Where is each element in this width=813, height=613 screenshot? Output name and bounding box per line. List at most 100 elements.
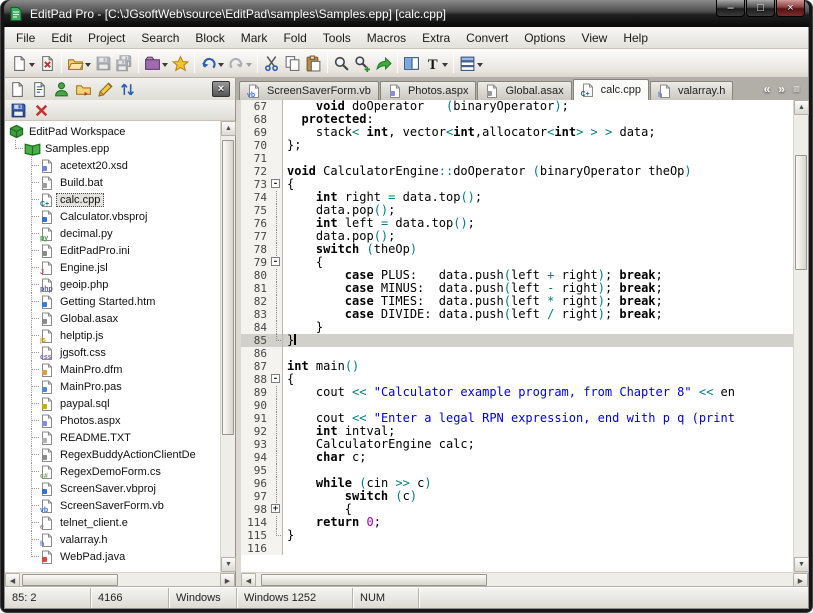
code-line-115[interactable]: 115}	[241, 529, 793, 542]
tree-item-mainpro-dfm[interactable]: MainPro.dfm	[5, 361, 220, 378]
tree-item-editpad-workspace[interactable]: EditPad Workspace	[5, 123, 220, 140]
tree-scrollbar-track[interactable]	[221, 136, 235, 557]
menu-view[interactable]: View	[574, 28, 616, 48]
tree-item-samples-epp[interactable]: Samples.epp	[5, 140, 220, 157]
tab-valarray-h[interactable]: h valarray.h	[649, 81, 734, 100]
tree-item-acetext20-xsd[interactable]: acetext20.xsd	[5, 157, 220, 174]
tree-item-build-bat[interactable]: Build.bat	[5, 174, 220, 191]
tab-list-button[interactable]: ≡	[789, 82, 804, 96]
scroll-up-button[interactable]: ▲	[221, 121, 236, 136]
code-line-83[interactable]: 83 case DIVIDE: data.push(left / right);…	[241, 308, 793, 321]
tab-calc-cpp[interactable]: C+ calc.cpp	[572, 79, 649, 100]
code-line-80[interactable]: 80 case PLUS: data.push(left + right); b…	[241, 269, 793, 282]
code-line-78[interactable]: 78 switch (theOp)	[241, 243, 793, 256]
code-line-68[interactable]: 68 protected:	[241, 113, 793, 126]
minimize-button[interactable]: –	[716, 0, 745, 17]
scroll-right-button[interactable]: ▶	[220, 573, 235, 588]
tree-item-paypal-sql[interactable]: paypal.sql	[5, 395, 220, 412]
tree-item-webpad-java[interactable]: WebPad.java	[5, 548, 220, 565]
favorites-button[interactable]	[170, 51, 191, 75]
menu-project[interactable]: Project	[80, 28, 133, 48]
code-line-114[interactable]: 114 return 0;	[241, 516, 793, 529]
code-line-77[interactable]: 77 data.pop();	[241, 230, 793, 243]
editor-scrollbar-thumb[interactable]	[795, 154, 807, 270]
menu-mark[interactable]: Mark	[233, 28, 276, 48]
code-line-84[interactable]: 84 }	[241, 321, 793, 334]
go-to-button[interactable]	[373, 51, 394, 75]
save-file-button[interactable]	[8, 98, 29, 122]
editor-hscrollbar-track[interactable]	[256, 573, 793, 587]
code-line-90[interactable]: 90	[241, 399, 793, 412]
save-button[interactable]	[93, 51, 114, 75]
scroll-left-button[interactable]: ◀	[241, 573, 256, 588]
close-file-button[interactable]	[37, 51, 58, 75]
code-line-94[interactable]: 94 char c;	[241, 451, 793, 464]
code-line-70[interactable]: 70};	[241, 139, 793, 152]
scroll-down-button[interactable]: ▼	[221, 557, 236, 572]
editor-vertical-scrollbar[interactable]: ▲ ▼	[793, 100, 809, 572]
tree-horizontal-scrollbar[interactable]: ◀ ▶	[5, 572, 235, 588]
menu-file[interactable]: File	[8, 28, 43, 48]
code-line-92[interactable]: 92 int intval;	[241, 425, 793, 438]
tree-item-calc-cpp[interactable]: C+ calc.cpp	[5, 191, 220, 208]
code-editor[interactable]: 67 void doOperator (binaryOperator); 68 p…	[241, 100, 793, 572]
code-line-98[interactable]: 98 + {	[241, 503, 793, 516]
tree-item-regexdemoform-cs[interactable]: c# RegexDemoForm.cs	[5, 463, 220, 480]
scroll-up-button[interactable]: ▲	[794, 100, 809, 115]
close-button[interactable]: ×	[776, 0, 805, 17]
tree-item-telnet-client-e[interactable]: e telnet_client.e	[5, 514, 220, 531]
code-line-87[interactable]: 87 int main()	[241, 360, 793, 373]
code-line-71[interactable]: 71	[241, 152, 793, 165]
menu-search[interactable]: Search	[133, 28, 187, 48]
copy-button[interactable]	[282, 51, 303, 75]
tree-item-valarray-h[interactable]: h valarray.h	[5, 531, 220, 548]
tree-item-geoip-php[interactable]: php geoip.php	[5, 276, 220, 293]
fold-collapse-icon[interactable]: -	[271, 179, 280, 189]
scroll-tabs-right-button[interactable]: »	[774, 82, 789, 96]
maximize-button[interactable]: □	[746, 0, 775, 17]
menu-tools[interactable]: Tools	[315, 28, 359, 48]
code-line-79[interactable]: 79- {	[241, 256, 793, 269]
close-panel-button[interactable]: ×	[212, 81, 230, 97]
scroll-left-button[interactable]: ◀	[5, 573, 20, 588]
tree-item-helptip-js[interactable]: js helptip.js	[5, 327, 220, 344]
code-line-86[interactable]: 86	[241, 347, 793, 360]
code-line-75[interactable]: 75 data.pop();	[241, 204, 793, 217]
search-button[interactable]	[331, 51, 352, 75]
browse-files-button[interactable]	[457, 51, 485, 75]
tab-screensaverform-vb[interactable]: vb ScreenSaverForm.vb	[239, 81, 379, 100]
code-line-76[interactable]: 76 int left = data.top();	[241, 217, 793, 230]
menu-help[interactable]: Help	[615, 28, 656, 48]
paste-button[interactable]	[303, 51, 324, 75]
code-line-95[interactable]: 95	[241, 464, 793, 477]
fold-collapse-icon[interactable]: -	[271, 257, 280, 267]
code-line-93[interactable]: 93 CalculatorEngine calc;	[241, 438, 793, 451]
fold-collapse-icon[interactable]: -	[271, 374, 280, 384]
code-line-69[interactable]: 69 stack< int, vector<int,allocator<int>…	[241, 126, 793, 139]
tree-item-engine-jsl[interactable]: J Engine.jsl	[5, 259, 220, 276]
split-view-button[interactable]	[401, 51, 422, 75]
menu-fold[interactable]: Fold	[275, 28, 314, 48]
code-line-81[interactable]: 81 case MINUS: data.push(left - right); …	[241, 282, 793, 295]
tree-item-jgsoft-css[interactable]: css jgsoft.css	[5, 344, 220, 361]
tree-item-screensaverform-vb[interactable]: vb ScreenSaverForm.vb	[5, 497, 220, 514]
open-project-button[interactable]	[73, 77, 94, 101]
code-line-67[interactable]: 67 void doOperator (binaryOperator);	[241, 100, 793, 113]
tree-item-global-asax[interactable]: Global.asax	[5, 310, 220, 327]
undo-button[interactable]	[198, 51, 226, 75]
text-format-button[interactable]: T	[422, 51, 450, 75]
code-line-96[interactable]: 96 while (cin >> c)	[241, 477, 793, 490]
code-line-72[interactable]: 72 void CalculatorEngine::doOperator (bin…	[241, 165, 793, 178]
scroll-right-button[interactable]: ▶	[793, 573, 808, 588]
tree-vertical-scrollbar[interactable]: ▲ ▼	[220, 121, 236, 572]
menu-block[interactable]: Block	[187, 28, 232, 48]
menu-edit[interactable]: Edit	[43, 28, 80, 48]
project-folder-button[interactable]	[142, 51, 170, 75]
save-all-button[interactable]	[114, 51, 135, 75]
close-red-button[interactable]	[31, 98, 52, 122]
sort-button[interactable]	[117, 77, 138, 101]
open-folder-button[interactable]	[65, 51, 93, 75]
code-line-85[interactable]: 85}	[241, 334, 793, 347]
code-line-97[interactable]: 97 switch (c)	[241, 490, 793, 503]
menu-extra[interactable]: Extra	[414, 28, 458, 48]
